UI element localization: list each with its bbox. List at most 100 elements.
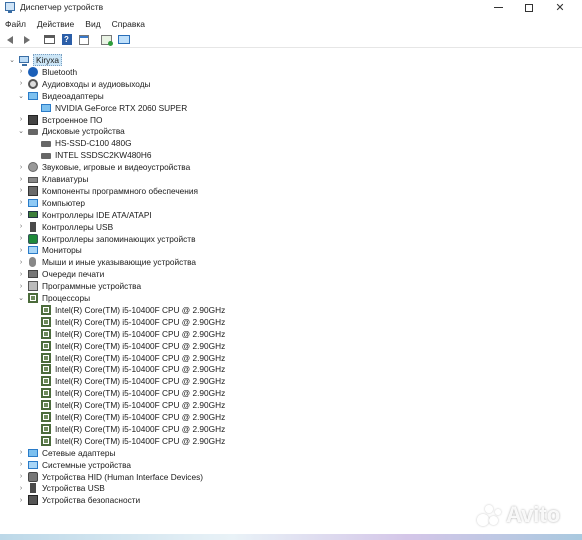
tree-device[interactable]: INTEL SSDSC2KW480H6 — [38, 149, 152, 161]
hid-icon — [28, 471, 38, 482]
tree-device[interactable]: Intel(R) Core(TM) i5-10400F CPU @ 2.90GH… — [38, 328, 225, 340]
tree-category[interactable]: › Программные устройства — [17, 280, 141, 292]
tree-category[interactable]: › Системные устройства — [17, 459, 131, 471]
tree-device[interactable]: Intel(R) Core(TM) i5-10400F CPU @ 2.90GH… — [38, 423, 225, 435]
view-button[interactable] — [77, 33, 90, 46]
category-label: Дисковые устройства — [42, 126, 125, 137]
help-button[interactable]: ? — [60, 33, 73, 46]
category-label: Устройства HID (Human Interface Devices) — [42, 471, 203, 482]
tree-category[interactable]: › Устройства HID (Human Interface Devices… — [17, 471, 203, 483]
tree-category[interactable]: › Компоненты программного обеспечения — [17, 185, 198, 197]
tree-category[interactable]: ⌄ Дисковые устройства — [17, 125, 125, 137]
tree-category[interactable]: › Bluetooth — [17, 66, 77, 78]
maximize-button[interactable] — [514, 0, 544, 15]
device-label: Intel(R) Core(TM) i5-10400F CPU @ 2.90GH… — [55, 352, 226, 363]
chevron-right-icon[interactable]: › — [17, 197, 25, 209]
menu-view[interactable]: Вид — [85, 17, 100, 31]
category-label: Сетевые адаптеры — [42, 447, 116, 458]
category-label: Программные устройства — [42, 281, 142, 292]
chevron-right-icon[interactable]: › — [17, 244, 25, 256]
tree-category[interactable]: › Очереди печати — [17, 268, 104, 280]
audio-icon — [28, 78, 38, 89]
tree-device[interactable]: Intel(R) Core(TM) i5-10400F CPU @ 2.90GH… — [38, 316, 225, 328]
tree-category[interactable]: › Мониторы — [17, 244, 82, 256]
chevron-right-icon[interactable]: › — [17, 209, 25, 221]
properties-button[interactable] — [43, 33, 56, 46]
device-label: Intel(R) Core(TM) i5-10400F CPU @ 2.90GH… — [55, 400, 226, 411]
tree-category[interactable]: › Клавиатуры — [17, 173, 88, 185]
close-button[interactable]: ✕ — [545, 0, 575, 15]
chevron-down-icon[interactable]: ⌄ — [8, 54, 16, 66]
tree-device[interactable]: Intel(R) Core(TM) i5-10400F CPU @ 2.90GH… — [38, 411, 225, 423]
chevron-down-icon[interactable]: ⌄ — [17, 292, 25, 304]
tree-category[interactable]: ⌄ Процессоры — [17, 292, 90, 304]
tree-category[interactable]: › Аудиовходы и аудиовыходы — [17, 78, 151, 90]
tree-category[interactable]: › Контроллеры IDE ATA/ATAPI — [17, 209, 152, 221]
menu-bar: Файл Действие Вид Справка — [0, 17, 582, 31]
chevron-right-icon[interactable]: › — [17, 280, 25, 292]
tree-device[interactable]: Intel(R) Core(TM) i5-10400F CPU @ 2.90GH… — [38, 363, 225, 375]
menu-file[interactable]: Файл — [5, 17, 26, 31]
chevron-right-icon[interactable]: › — [17, 161, 25, 173]
menu-help[interactable]: Справка — [112, 17, 145, 31]
category-label: Контроллеры IDE ATA/ATAPI — [42, 209, 152, 220]
tree-category[interactable]: › Компьютер — [17, 197, 85, 209]
device-label: HS-SSD-C100 480G — [55, 138, 132, 149]
tree-category[interactable]: › Звуковые, игровые и видеоустройства — [17, 161, 190, 173]
tree-device[interactable]: Intel(R) Core(TM) i5-10400F CPU @ 2.90GH… — [38, 435, 225, 447]
tree-category[interactable]: › Встроенное ПО — [17, 114, 102, 126]
storage-controller-icon — [28, 233, 38, 244]
properties-icon — [44, 35, 55, 44]
chevron-right-icon[interactable]: › — [17, 447, 25, 459]
chevron-right-icon[interactable]: › — [17, 221, 25, 233]
device-tree: ⌄ Kiryxa › Bluetooth › Аудиовходы и аудиовы… — [0, 50, 582, 540]
chevron-down-icon[interactable]: ⌄ — [17, 90, 25, 102]
tree-device[interactable]: Intel(R) Core(TM) i5-10400F CPU @ 2.90GH… — [38, 387, 225, 399]
tree-root-label: Kiryxa — [33, 54, 63, 66]
device-label: INTEL SSDSC2KW480H6 — [55, 150, 152, 161]
scan-hardware-button[interactable] — [117, 33, 130, 46]
tree-device[interactable]: Intel(R) Core(TM) i5-10400F CPU @ 2.90GH… — [38, 399, 225, 411]
tree-device[interactable]: Intel(R) Core(TM) i5-10400F CPU @ 2.90GH… — [38, 304, 225, 316]
tree-device[interactable]: HS-SSD-C100 480G — [38, 137, 132, 149]
chevron-down-icon[interactable]: ⌄ — [17, 125, 25, 137]
chevron-right-icon[interactable]: › — [17, 459, 25, 471]
chevron-right-icon[interactable]: › — [17, 78, 25, 90]
tree-device[interactable]: NVIDIA GeForce RTX 2060 SUPER — [38, 102, 187, 114]
category-label: Устройства USB — [42, 483, 105, 494]
chevron-right-icon[interactable]: › — [17, 268, 25, 280]
minimize-button[interactable] — [483, 0, 513, 15]
tree-category[interactable]: ⌄ Видеоадаптеры — [17, 90, 104, 102]
toolbar: ? — [0, 32, 582, 48]
tree-category[interactable]: › Устройства USB — [17, 482, 105, 494]
chevron-right-icon[interactable]: › — [17, 482, 25, 494]
software-device-icon — [28, 281, 38, 292]
tree-root[interactable]: ⌄ Kiryxa — [8, 54, 63, 66]
menu-action[interactable]: Действие — [37, 17, 74, 31]
tree-device[interactable]: Intel(R) Core(TM) i5-10400F CPU @ 2.90GH… — [38, 352, 225, 364]
category-label: Компьютер — [42, 197, 85, 208]
chevron-right-icon[interactable]: › — [17, 233, 25, 245]
tree-category[interactable]: › Сетевые адаптеры — [17, 447, 116, 459]
back-button[interactable] — [3, 33, 16, 46]
chevron-right-icon[interactable]: › — [17, 494, 25, 506]
update-driver-button[interactable] — [100, 33, 113, 46]
chevron-right-icon[interactable]: › — [17, 185, 25, 197]
device-label: Intel(R) Core(TM) i5-10400F CPU @ 2.90GH… — [55, 304, 226, 315]
tree-category[interactable]: › Контроллеры запоминающих устройств — [17, 233, 195, 245]
processor-device-icon — [41, 400, 51, 411]
tree-category[interactable]: › Мыши и иные указывающие устройства — [17, 256, 196, 268]
tree-category[interactable]: › Устройства безопасности — [17, 494, 140, 506]
category-label: Процессоры — [42, 293, 91, 303]
chevron-right-icon[interactable]: › — [17, 173, 25, 185]
computer-icon — [28, 198, 38, 207]
tree-device[interactable]: Intel(R) Core(TM) i5-10400F CPU @ 2.90GH… — [38, 375, 225, 387]
tree-category[interactable]: › Контроллеры USB — [17, 221, 113, 233]
chevron-right-icon[interactable]: › — [17, 471, 25, 483]
chevron-right-icon[interactable]: › — [17, 256, 25, 268]
forward-button[interactable] — [20, 33, 33, 46]
minimize-icon — [493, 7, 503, 8]
chevron-right-icon[interactable]: › — [17, 66, 25, 78]
chevron-right-icon[interactable]: › — [17, 114, 25, 126]
tree-device[interactable]: Intel(R) Core(TM) i5-10400F CPU @ 2.90GH… — [38, 340, 225, 352]
